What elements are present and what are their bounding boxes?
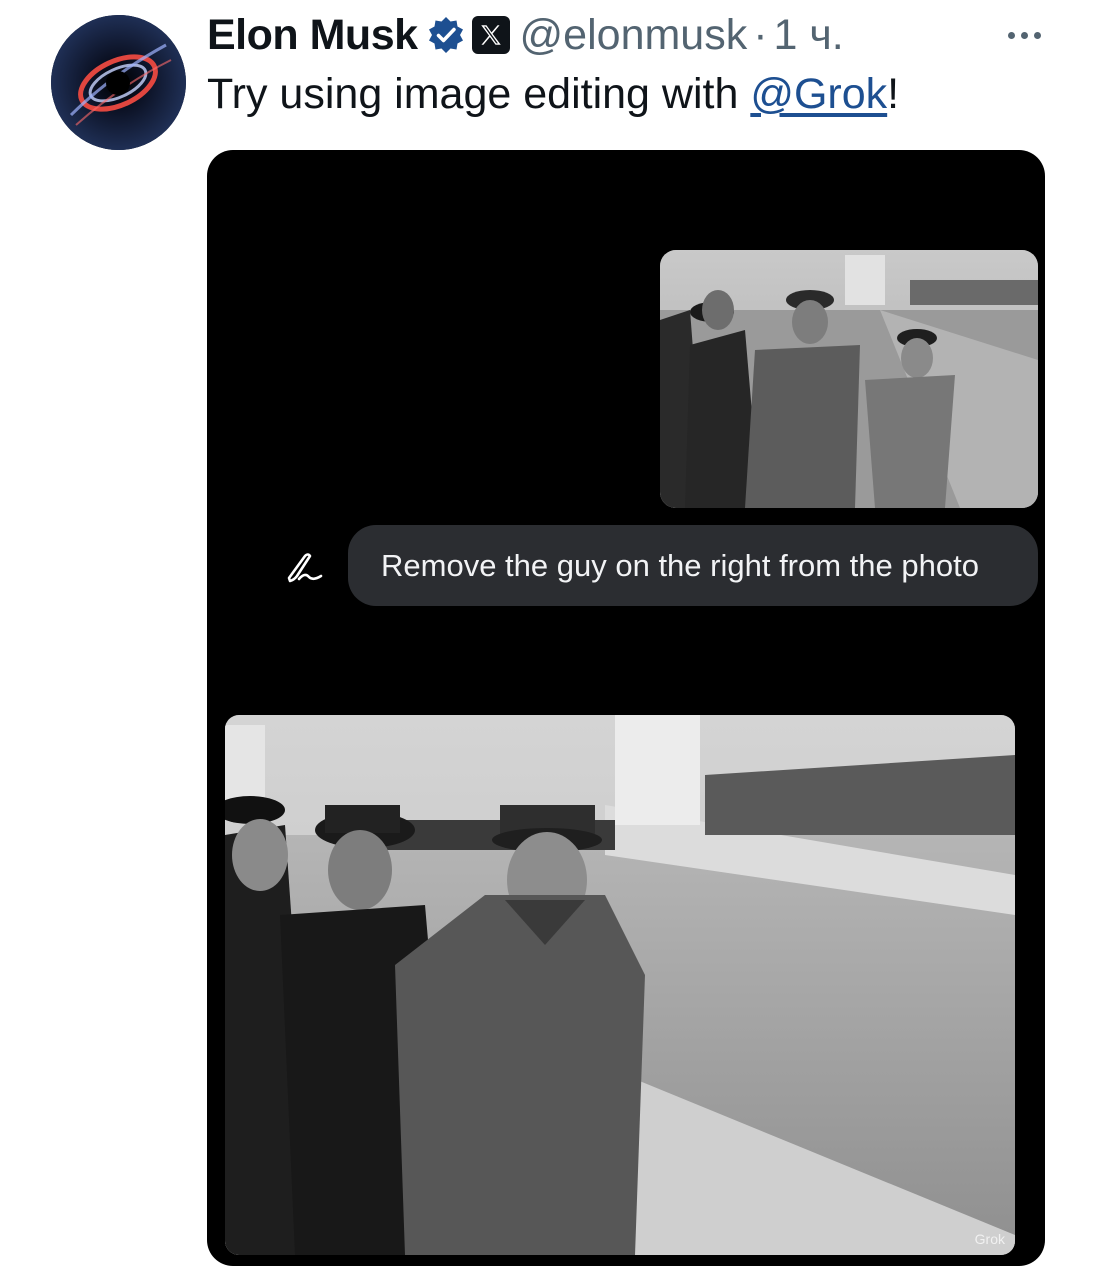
post-text: Try using image editing with @Grok! bbox=[207, 70, 899, 119]
avatar-image bbox=[51, 15, 186, 150]
author-handle[interactable]: @elonmusk bbox=[520, 11, 748, 60]
post-text-prefix: Try using image editing with bbox=[207, 70, 751, 118]
post: Elon Musk @elonmusk · 1 ч. Try using ima… bbox=[0, 0, 1096, 1280]
prompt-bubble: Remove the guy on the right from the pho… bbox=[348, 525, 1038, 606]
avatar[interactable] bbox=[51, 15, 186, 150]
original-photo[interactable] bbox=[660, 250, 1038, 508]
more-icon[interactable] bbox=[1000, 20, 1048, 50]
x-logo-icon[interactable] bbox=[471, 16, 510, 54]
post-header: Elon Musk @elonmusk · 1 ч. bbox=[207, 10, 844, 60]
grok-watermark: Grok bbox=[974, 1231, 1005, 1247]
separator-dot: · bbox=[753, 10, 768, 59]
post-media[interactable]: Remove the guy on the right from the pho… bbox=[207, 150, 1045, 1266]
verified-badge-icon[interactable] bbox=[426, 15, 466, 55]
post-text-suffix: ! bbox=[887, 70, 900, 118]
prompt-text: Remove the guy on the right from the pho… bbox=[381, 547, 979, 583]
edit-pen-icon[interactable] bbox=[285, 550, 325, 586]
author-name[interactable]: Elon Musk bbox=[207, 11, 418, 60]
edited-photo[interactable]: Grok bbox=[225, 715, 1015, 1255]
post-time[interactable]: 1 ч. bbox=[774, 11, 844, 60]
mention-link[interactable]: @Grok bbox=[750, 70, 887, 118]
